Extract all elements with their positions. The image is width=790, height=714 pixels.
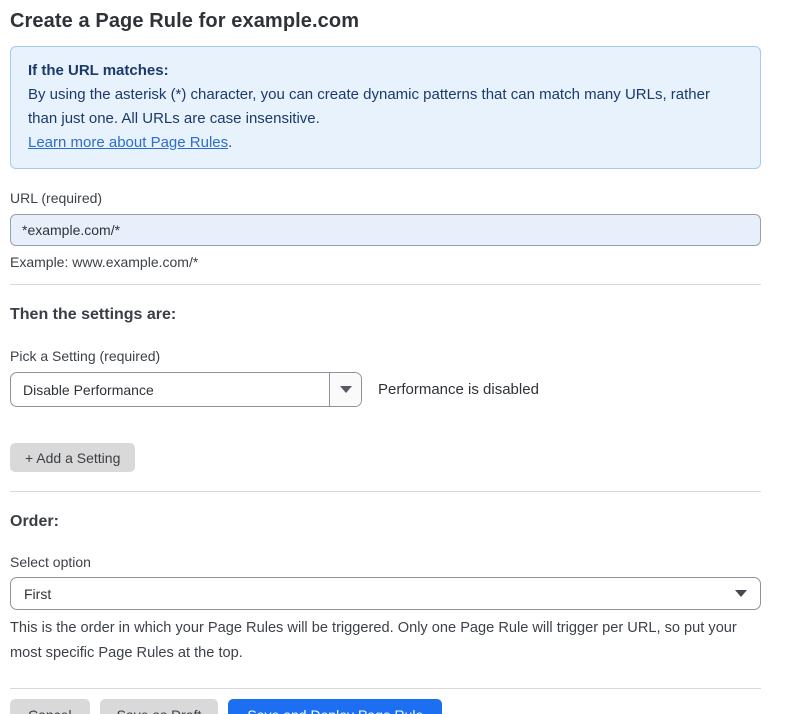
- save-as-draft-button[interactable]: Save as Draft: [100, 699, 219, 714]
- setting-picker-label: Pick a Setting (required): [10, 348, 761, 364]
- create-page-rule-panel: Create a Page Rule for example.com If th…: [0, 0, 790, 714]
- setting-select[interactable]: Disable Performance: [10, 372, 362, 407]
- divider: [10, 491, 761, 492]
- order-help-text: This is the order in which your Page Rul…: [10, 616, 755, 666]
- chevron-down-icon: [735, 590, 747, 597]
- url-field-label: URL (required): [10, 190, 761, 206]
- setting-select-value: Disable Performance: [11, 373, 329, 406]
- learn-more-link[interactable]: Learn more about Page Rules: [28, 134, 228, 151]
- url-example-hint: Example: www.example.com/*: [10, 254, 761, 270]
- add-setting-button[interactable]: + Add a Setting: [10, 443, 135, 472]
- link-suffix: .: [228, 134, 232, 151]
- cancel-button[interactable]: Cancel: [10, 699, 90, 714]
- info-box-body: By using the asterisk (*) character, you…: [28, 86, 710, 127]
- settings-section-heading: Then the settings are:: [10, 306, 761, 324]
- order-select-label: Select option: [10, 554, 761, 570]
- save-and-deploy-button[interactable]: Save and Deploy Page Rule: [228, 699, 442, 714]
- page-title: Create a Page Rule for example.com: [10, 10, 761, 33]
- info-box-heading: If the URL matches:: [28, 59, 743, 83]
- order-section-heading: Order:: [10, 513, 761, 531]
- setting-select-arrow-button[interactable]: [329, 373, 361, 406]
- order-select-value: First: [24, 586, 735, 602]
- setting-status-text: Performance is disabled: [378, 381, 539, 398]
- divider: [10, 284, 761, 285]
- form-actions: Cancel Save as Draft Save and Deploy Pag…: [10, 699, 761, 714]
- setting-picker-row: Disable Performance Performance is disab…: [10, 372, 761, 407]
- url-match-info-box: If the URL matches: By using the asteris…: [10, 46, 761, 169]
- order-select[interactable]: First: [10, 577, 761, 610]
- divider: [10, 688, 761, 689]
- url-input[interactable]: [10, 214, 761, 246]
- chevron-down-icon: [340, 386, 352, 393]
